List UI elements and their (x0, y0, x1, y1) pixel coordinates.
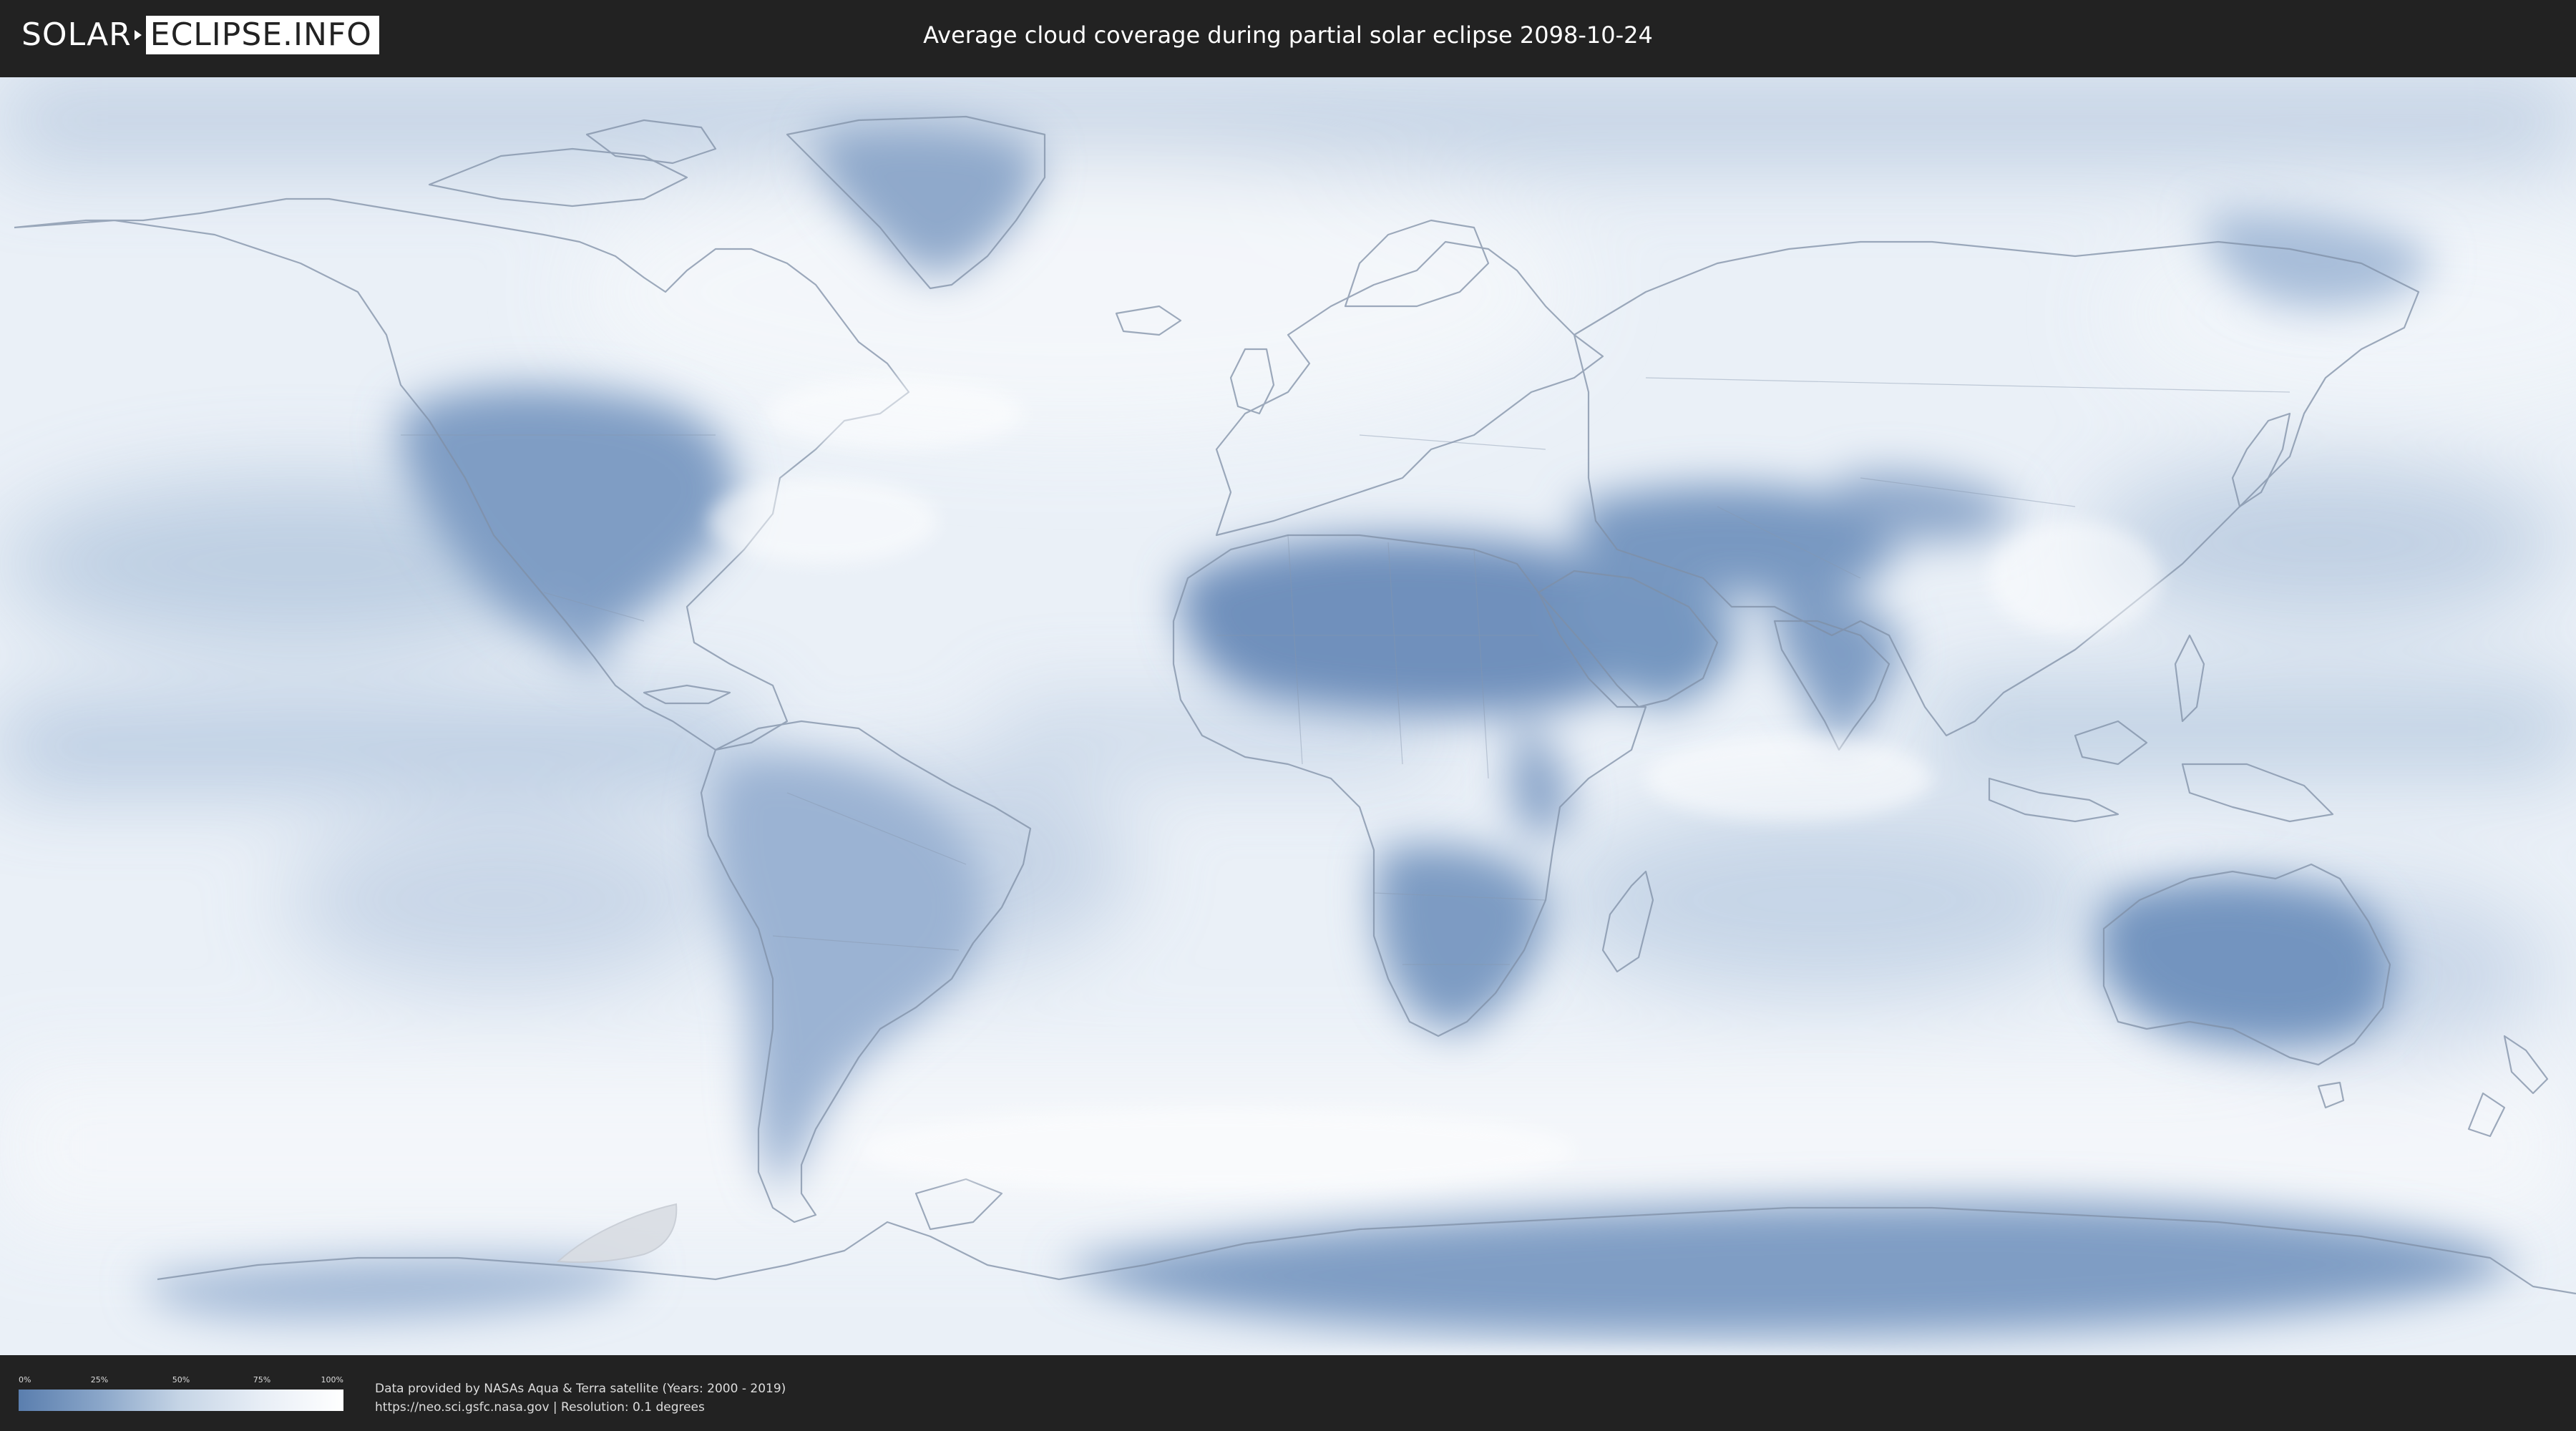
legend-tick: 50% (172, 1375, 190, 1384)
cloud-coverage-map[interactable] (0, 77, 2576, 1355)
cloud-coverage-legend: 0% 25% 50% 75% 100% (19, 1375, 343, 1415)
data-credits: Data provided by NASAs Aqua & Terra sate… (375, 1379, 786, 1417)
header-bar: SOLAR ECLIPSE.INFO Average cloud coverag… (0, 0, 2576, 72)
world-map-icon (0, 77, 2576, 1355)
page: SOLAR ECLIPSE.INFO Average cloud coverag… (0, 0, 2576, 1431)
legend-tick: 100% (321, 1375, 343, 1384)
footer-bar: 0% 25% 50% 75% 100% Data provided by NAS… (0, 1355, 2576, 1431)
page-title: Average cloud coverage during partial so… (923, 21, 1653, 49)
legend-tick: 0% (19, 1375, 31, 1384)
legend-gradient-bar (19, 1390, 343, 1411)
credits-url-resolution: https://neo.sci.gsfc.nasa.gov | Resoluti… (375, 1400, 705, 1415)
credits-source: Data provided by NASAs Aqua & Terra sate… (375, 1382, 786, 1396)
legend-ticks: 0% 25% 50% 75% 100% (19, 1375, 343, 1387)
legend-tick: 75% (253, 1375, 271, 1384)
legend-tick: 25% (90, 1375, 109, 1384)
